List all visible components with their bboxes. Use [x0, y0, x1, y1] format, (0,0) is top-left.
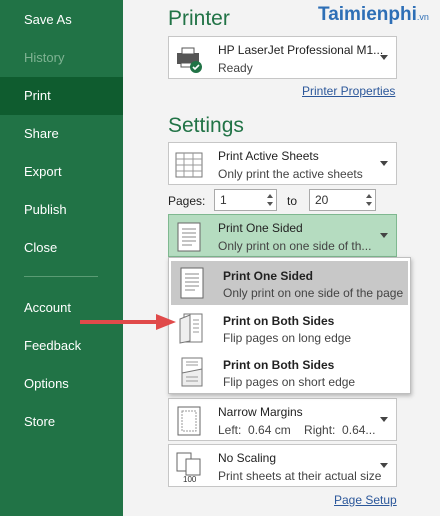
printer-properties-link[interactable]: Printer Properties [302, 84, 395, 98]
pages-to-label: to [287, 194, 298, 208]
option-desc: Flip pages on short edge [223, 375, 356, 389]
print-sides-label: Print One Sided [218, 221, 303, 235]
nav-divider [24, 276, 98, 277]
printer-select[interactable]: HP LaserJet Professional M1... Ready [168, 36, 397, 79]
scaling-label: No Scaling [218, 451, 277, 465]
annotation-arrow-icon [80, 314, 176, 330]
duplex-long-edge-icon [179, 313, 203, 344]
nav-feedback[interactable]: Feedback [0, 327, 123, 365]
option-desc: Flip pages on long edge [223, 331, 352, 345]
site-watermark-logo: Taimienphi.vn [318, 4, 429, 25]
nav-store[interactable]: Store [0, 403, 123, 441]
duplex-short-edge-icon [181, 357, 203, 387]
option-both-sides-short-edge[interactable]: Print on Both Sides Flip pages on short … [171, 350, 408, 394]
option-label: Print on Both Sides [223, 358, 335, 372]
nav-publish[interactable]: Publish [0, 191, 123, 229]
one-sided-page-icon [180, 267, 204, 299]
svg-text:100: 100 [183, 475, 197, 483]
chevron-down-icon [380, 233, 388, 238]
print-scope-desc: Only print the active sheets [218, 167, 363, 181]
settings-heading: Settings [168, 114, 244, 137]
chevron-down-icon [380, 417, 388, 422]
spin-up-icon[interactable] [267, 194, 273, 198]
option-label: Print One Sided [223, 269, 314, 283]
print-scope-label: Print Active Sheets [218, 149, 319, 163]
printer-icon [177, 47, 202, 73]
spin-down-icon[interactable] [366, 202, 372, 206]
scaling-select[interactable]: 100 No Scaling Print sheets at their act… [168, 444, 397, 487]
chevron-down-icon [380, 55, 388, 60]
spin-down-icon[interactable] [267, 202, 273, 206]
printer-name: HP LaserJet Professional M1... [218, 43, 384, 57]
nav-share[interactable]: Share [0, 115, 123, 153]
option-label: Print on Both Sides [223, 314, 335, 328]
margins-icon [177, 406, 201, 436]
nav-save-as[interactable]: Save As [0, 1, 123, 39]
nav-history: History [24, 50, 65, 65]
option-desc: Only print on one side of the page [223, 286, 404, 300]
one-sided-page-icon [177, 222, 201, 252]
nav-close[interactable]: Close [0, 229, 123, 267]
print-sides-dropdown: Print One Sided Only print on one side o… [168, 257, 411, 394]
option-print-one-sided[interactable]: Print One Sided Only print on one side o… [171, 261, 408, 305]
pages-label: Pages: [168, 194, 206, 208]
print-scope-select[interactable]: Print Active Sheets Only print the activ… [168, 142, 397, 185]
spin-up-icon[interactable] [366, 194, 372, 198]
pages-to-value: 20 [315, 193, 329, 207]
scaling-desc: Print sheets at their actual size [218, 469, 382, 483]
nav-options[interactable]: Options [0, 365, 123, 403]
scaling-icon: 100 [176, 452, 201, 483]
printer-status: Ready [218, 61, 253, 75]
nav-export[interactable]: Export [0, 153, 123, 191]
margins-select[interactable]: Narrow Margins Left: 0.64 cm Right: 0.64… [168, 398, 397, 441]
nav-print[interactable]: Print [0, 77, 123, 115]
page-setup-link[interactable]: Page Setup [334, 493, 397, 507]
sheet-grid-icon [175, 152, 203, 178]
print-sides-desc: Only print on one side of th... [218, 239, 372, 253]
margins-label: Narrow Margins [218, 405, 303, 419]
printer-heading: Printer [168, 7, 230, 30]
chevron-down-icon [380, 161, 388, 166]
pages-to-input[interactable]: 20 [309, 189, 376, 211]
print-sides-select[interactable]: Print One Sided Only print on one side o… [168, 214, 397, 257]
margins-desc: Left: 0.64 cm Right: 0.64... [218, 423, 376, 437]
pages-from-input[interactable]: 1 [214, 189, 277, 211]
backstage-sidebar: Save As History Print Share Export Publi… [0, 0, 123, 516]
chevron-down-icon [380, 463, 388, 468]
pages-from-value: 1 [220, 193, 227, 207]
option-both-sides-long-edge[interactable]: Print on Both Sides Flip pages on long e… [171, 306, 408, 350]
